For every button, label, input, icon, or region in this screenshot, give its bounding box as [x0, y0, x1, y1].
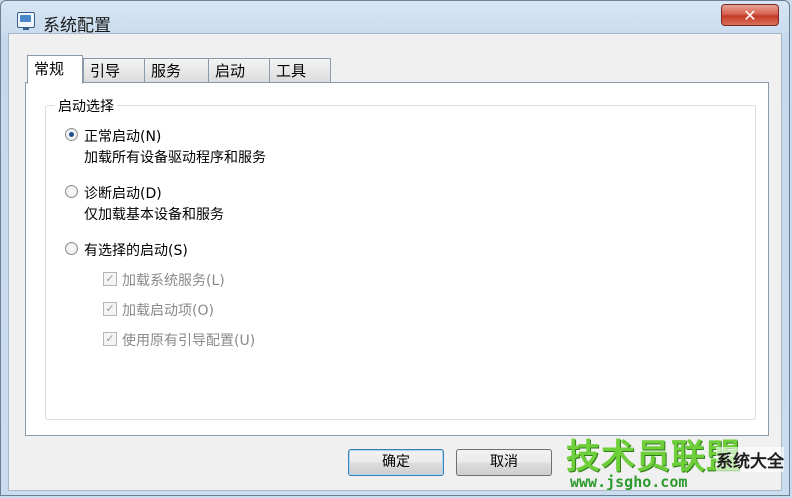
close-icon: ✕ — [743, 6, 757, 25]
tab-label: 工具 — [276, 62, 307, 80]
startup-selection-group: 启动选择 正常启动(N) 加载所有设备驱动程序和服务 诊断启动(D) 仅加载基本… — [45, 96, 756, 420]
tab-general[interactable]: 常规 — [27, 55, 83, 84]
tab-label: 启动 — [215, 62, 246, 80]
tab-startup[interactable]: 启动 — [208, 58, 270, 82]
diagnostic-startup-description: 仅加载基本设备和服务 — [84, 207, 224, 223]
diagnostic-startup-label: 诊断启动(D) — [84, 186, 162, 202]
tab-tools[interactable]: 工具 — [269, 58, 331, 82]
load-system-services-label: 加载系统服务(L) — [122, 273, 225, 289]
load-startup-items-label: 加载启动项(O) — [122, 303, 214, 319]
selective-startup-radio[interactable] — [65, 242, 78, 255]
system-config-window: 系统配置 ✕ 常规 引导 服务 启动 工具 启动选择 正常启动(N) 加载所有设… — [0, 0, 790, 496]
selective-startup-label: 有选择的启动(S) — [84, 243, 188, 259]
normal-startup-label: 正常启动(N) — [84, 129, 162, 145]
tab-boot[interactable]: 引导 — [83, 58, 145, 82]
diagnostic-startup-radio[interactable] — [65, 185, 78, 198]
cancel-button[interactable]: 取消 — [456, 449, 552, 476]
load-startup-items-checkbox[interactable]: ✓ — [103, 302, 117, 316]
system-config-app-icon — [17, 12, 35, 30]
normal-startup-radio[interactable] — [65, 128, 78, 141]
group-title: 启动选择 — [55, 96, 117, 116]
tab-label: 服务 — [151, 62, 182, 80]
load-system-services-checkbox[interactable]: ✓ — [103, 272, 117, 286]
tab-services[interactable]: 服务 — [144, 58, 209, 82]
tab-label: 引导 — [90, 62, 121, 80]
close-button[interactable]: ✕ — [721, 4, 779, 26]
general-tab-panel: 启动选择 正常启动(N) 加载所有设备驱动程序和服务 诊断启动(D) 仅加载基本… — [25, 82, 769, 436]
dialog-client-area: 常规 引导 服务 启动 工具 启动选择 正常启动(N) 加载所有设备驱动程序和服… — [8, 33, 782, 491]
use-original-boot-config-checkbox[interactable]: ✓ — [103, 332, 117, 346]
use-original-boot-config-label: 使用原有引导配置(U) — [122, 333, 256, 349]
normal-startup-description: 加载所有设备驱动程序和服务 — [84, 150, 266, 166]
ok-button[interactable]: 确定 — [348, 449, 444, 476]
tab-label: 常规 — [34, 60, 65, 78]
